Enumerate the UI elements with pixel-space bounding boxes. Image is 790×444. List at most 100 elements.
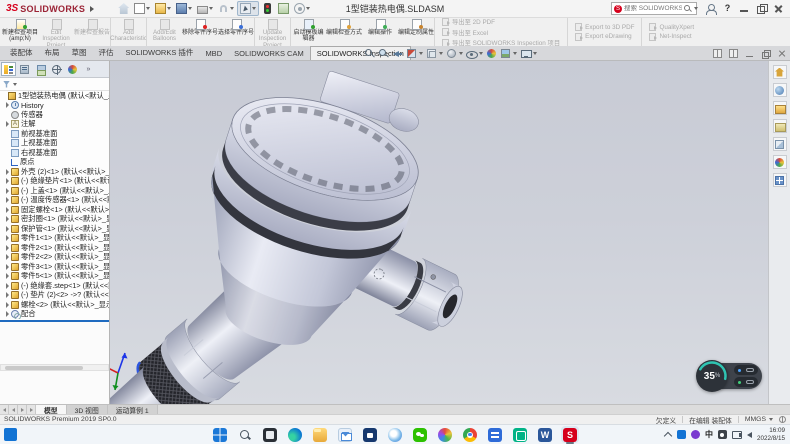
command-tab[interactable]: MBD xyxy=(199,47,228,60)
tree-item[interactable]: 右视基准面 xyxy=(0,148,109,158)
expand-icon[interactable] xyxy=(6,311,9,317)
menu-expand-icon[interactable] xyxy=(90,6,94,12)
restore-button[interactable] xyxy=(756,3,767,14)
search-input[interactable] xyxy=(624,5,682,12)
document-tab[interactable]: 运动算例 1 xyxy=(108,405,158,414)
view-settings-icon[interactable] xyxy=(520,48,537,59)
edit-operations-button[interactable]: 编辑操作 xyxy=(362,18,398,46)
clock[interactable]: 16:09 2022/8/15 xyxy=(757,427,787,442)
export-2d-pdf-button[interactable]: 导出至 2D PDF xyxy=(442,17,560,26)
custom-properties-icon[interactable] xyxy=(773,173,787,187)
task-view-icon[interactable] xyxy=(261,426,279,443)
command-tab[interactable]: SOLIDWORKS CAM xyxy=(228,47,310,60)
widget-button-bottom[interactable] xyxy=(734,377,758,387)
previous-view-icon[interactable] xyxy=(392,48,403,59)
tree-item[interactable]: 零件2<1> (默认<<默认>_显示状 xyxy=(0,243,109,253)
start-button[interactable] xyxy=(211,426,229,443)
ime-mode-icon[interactable] xyxy=(718,430,727,439)
3d-model[interactable] xyxy=(110,61,768,404)
ime-language-indicator[interactable]: 中 xyxy=(705,429,713,440)
edge-icon[interactable] xyxy=(286,426,304,443)
chrome-icon[interactable] xyxy=(461,426,479,443)
assistant-icon[interactable] xyxy=(386,426,404,443)
new-inspection-report-button[interactable]: 新建检查报告 xyxy=(74,18,110,46)
tree-item[interactable]: History xyxy=(0,101,109,111)
tab-scroll-left-icon[interactable] xyxy=(0,405,9,414)
expand-icon[interactable] xyxy=(6,178,9,184)
rebuild-icon[interactable] xyxy=(260,1,275,16)
tree-item[interactable]: (-) 温度传感器<1> (默认<<默认>_ xyxy=(0,196,109,206)
close-button[interactable] xyxy=(773,3,784,14)
edit-inspection-methods-button[interactable]: 编辑检查方式 xyxy=(326,18,362,46)
doc-minimize-icon[interactable] xyxy=(745,49,754,58)
mail-icon[interactable] xyxy=(336,426,354,443)
save-icon[interactable] xyxy=(174,1,194,16)
wechat-icon[interactable] xyxy=(411,426,429,443)
tree-item[interactable]: (-) 绝缘垫片<1> (默认<<默认>_显 xyxy=(0,177,109,187)
remove-balloons-button[interactable]: 移除零件序号 xyxy=(182,18,218,46)
tree-item[interactable]: 保护管<1> (默认<<默认>_显示状 xyxy=(0,224,109,234)
displaymanager-tab[interactable] xyxy=(65,62,80,76)
search-icon[interactable] xyxy=(684,5,691,12)
command-tab[interactable]: 评估 xyxy=(93,45,120,60)
sw-resources-icon[interactable] xyxy=(773,83,787,97)
solidworks-logo[interactable]: 3S SOLIDWORKS xyxy=(2,3,98,14)
net-inspect-button[interactable]: Net-Inspect xyxy=(649,33,694,41)
command-tab[interactable]: 草图 xyxy=(66,45,93,60)
home-icon[interactable] xyxy=(116,1,131,16)
tree-horizontal-scrollbar[interactable] xyxy=(0,364,109,371)
expand-icon[interactable] xyxy=(6,197,9,203)
tree-item[interactable]: 上视基准面 xyxy=(0,139,109,149)
tree-item[interactable]: 外壳 (2)<1> (默认<<默认>_显示状 xyxy=(0,167,109,177)
add-characteristic-button[interactable]: Add Characteristic xyxy=(110,18,146,46)
tray-expand-icon[interactable] xyxy=(664,431,672,439)
print-icon[interactable] xyxy=(195,1,215,16)
expand-icon[interactable] xyxy=(6,264,9,270)
qualityxpert-button[interactable]: QualityXpert xyxy=(649,23,694,31)
launch-template-editor-button[interactable]: 启动模板编辑器 xyxy=(290,18,326,46)
tree-item[interactable]: (-) 绝缘套.step<1> (默认<<默认> xyxy=(0,281,109,291)
minimize-button[interactable] xyxy=(739,3,750,14)
help-search-box[interactable]: S xyxy=(611,2,697,15)
percent-overlay-widget[interactable]: 35% xyxy=(696,360,762,392)
zoom-to-fit-icon[interactable] xyxy=(364,48,375,59)
undo-icon[interactable] xyxy=(216,1,236,16)
photos-icon[interactable] xyxy=(436,426,454,443)
view-palette-icon[interactable] xyxy=(773,137,787,151)
new-inspection-project-button[interactable]: 新建检查项目 (amp;N) xyxy=(2,18,38,46)
green-app-icon[interactable] xyxy=(511,426,529,443)
graphics-viewport[interactable]: 35% xyxy=(110,61,768,404)
expand-icon[interactable] xyxy=(6,169,9,175)
apply-scene-icon[interactable] xyxy=(500,48,517,59)
open-icon[interactable] xyxy=(153,1,173,16)
document-tab[interactable]: 3D 视图 xyxy=(67,405,108,414)
doc-close-icon[interactable] xyxy=(777,49,786,58)
tree-item[interactable]: 螺栓<2> (默认<<默认>_显示状态 xyxy=(0,300,109,310)
dimxpertmanager-tab[interactable] xyxy=(49,62,64,76)
export-edrawing-button[interactable]: Export eDrawing xyxy=(575,33,634,41)
file-properties-icon[interactable] xyxy=(276,1,291,16)
command-tab[interactable]: 装配体 xyxy=(4,45,39,60)
edit-inspection-project-button[interactable]: Edit Inspection Project xyxy=(38,18,74,46)
select-balloons-button[interactable]: 选择零件序号 xyxy=(218,18,254,46)
expand-icon[interactable] xyxy=(6,283,9,289)
configurationmanager-tab[interactable] xyxy=(33,62,48,76)
expand-icon[interactable] xyxy=(6,254,9,260)
expand-icon[interactable] xyxy=(6,235,9,241)
export-3d-pdf-button[interactable]: Export to 3D PDF xyxy=(575,23,634,31)
tree-item[interactable]: (-) 上盖<1> (默认<<默认>_显示状 xyxy=(0,186,109,196)
export-excel-button[interactable]: 导出至 Excel xyxy=(442,28,560,37)
tree-item[interactable]: 零件3<1> (默认<<默认>_显示状 xyxy=(0,262,109,272)
tree-root[interactable]: 1型铠装热电偶 (默认<默认_显示状态-1 xyxy=(0,91,109,101)
expand-icon[interactable] xyxy=(6,188,9,194)
volume-icon[interactable] xyxy=(747,432,752,438)
tree-item[interactable]: 密封圈<1> (默认<<默认>_显示状 xyxy=(0,215,109,225)
edit-appearance-icon[interactable] xyxy=(486,48,497,59)
update-inspection-project-button[interactable]: Update Inspection Project xyxy=(254,18,290,46)
zoom-to-area-icon[interactable] xyxy=(378,48,389,59)
help-icon[interactable]: ? xyxy=(722,3,733,14)
expand-icon[interactable] xyxy=(6,302,9,308)
view-orientation-icon[interactable] xyxy=(426,48,443,59)
store-icon[interactable] xyxy=(361,426,379,443)
edit-custom-properties-button[interactable]: 编辑定制属性 xyxy=(398,18,434,46)
